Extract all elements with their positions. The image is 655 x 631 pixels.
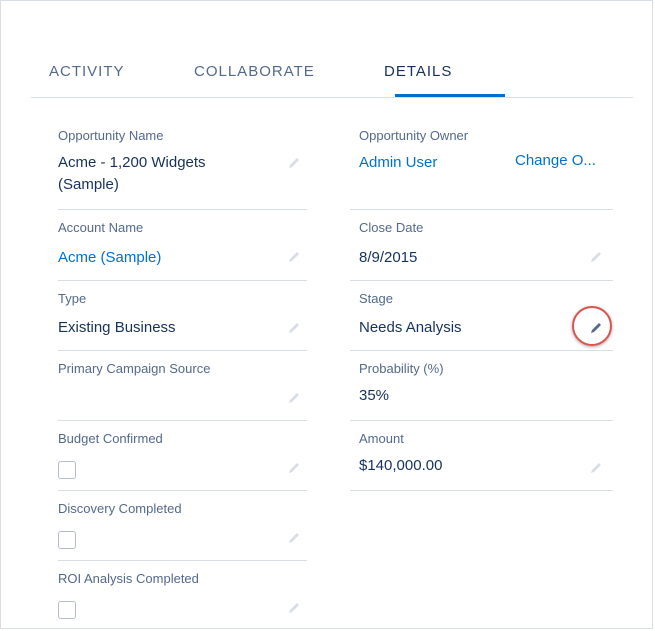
field-roi-analysis-completed: ROI Analysis Completed [58,561,307,629]
change-owner-link[interactable]: Change O... [515,152,596,169]
owner-link[interactable]: Admin User [359,152,437,174]
field-label: Opportunity Owner [359,128,469,143]
pencil-icon[interactable] [589,461,603,475]
field-value: Needs Analysis [359,319,462,336]
pencil-icon[interactable] [287,156,301,170]
field-label: Close Date [359,220,424,235]
field-value: Acme - 1,200 Widgets (Sample) [58,154,206,193]
active-tab-indicator [395,94,505,97]
pencil-icon[interactable] [287,601,301,615]
field-value: Existing Business [58,319,176,336]
field-value: $140,000.00 [359,457,443,474]
field-value: 35% [359,387,390,404]
field-label: Opportunity Name [58,128,164,143]
field-value: 8/9/2015 [359,249,418,266]
field-label: Budget Confirmed [58,431,163,446]
discovery-completed-checkbox[interactable] [58,531,76,549]
field-label: Primary Campaign Source [58,361,211,376]
field-opportunity-name: Opportunity Name Acme - 1,200 Widgets (S… [58,118,307,210]
tab-bar: ACTIVITY COLLABORATE DETAILS [31,57,633,98]
field-label: Account Name [58,220,144,235]
field-type: Type Existing Business [58,281,307,351]
field-close-date: Close Date 8/9/2015 [350,210,613,281]
pencil-icon[interactable] [287,461,301,475]
field-discovery-completed: Discovery Completed [58,491,307,561]
field-label: Stage [359,291,393,306]
pencil-icon[interactable] [287,531,301,545]
tab-activity[interactable]: ACTIVITY [49,63,125,80]
field-label: Discovery Completed [58,501,182,516]
account-link[interactable]: Acme (Sample) [58,247,161,269]
field-opportunity-owner: Opportunity Owner Admin User Change O... [350,118,613,210]
field-account-name: Account Name Acme (Sample) [58,210,307,281]
field-label: Type [58,291,87,306]
pencil-icon[interactable] [287,250,301,264]
highlight-circle [572,306,612,346]
tab-collaborate[interactable]: COLLABORATE [194,63,315,80]
field-primary-campaign-source: Primary Campaign Source [58,351,307,421]
roi-analysis-completed-checkbox[interactable] [58,601,76,619]
tab-details[interactable]: DETAILS [384,63,452,80]
field-probability: Probability (%) 35% [350,351,613,421]
pencil-icon[interactable] [287,321,301,335]
pencil-icon[interactable] [589,250,603,264]
field-label: Amount [359,431,404,446]
field-label: Probability (%) [359,361,444,376]
field-budget-confirmed: Budget Confirmed [58,421,307,491]
details-panel: ACTIVITY COLLABORATE DETAILS Opportunity… [0,0,653,629]
budget-confirmed-checkbox[interactable] [58,461,76,479]
pencil-icon[interactable] [287,391,301,405]
field-amount: Amount $140,000.00 [350,421,613,491]
field-label: ROI Analysis Completed [58,571,199,586]
